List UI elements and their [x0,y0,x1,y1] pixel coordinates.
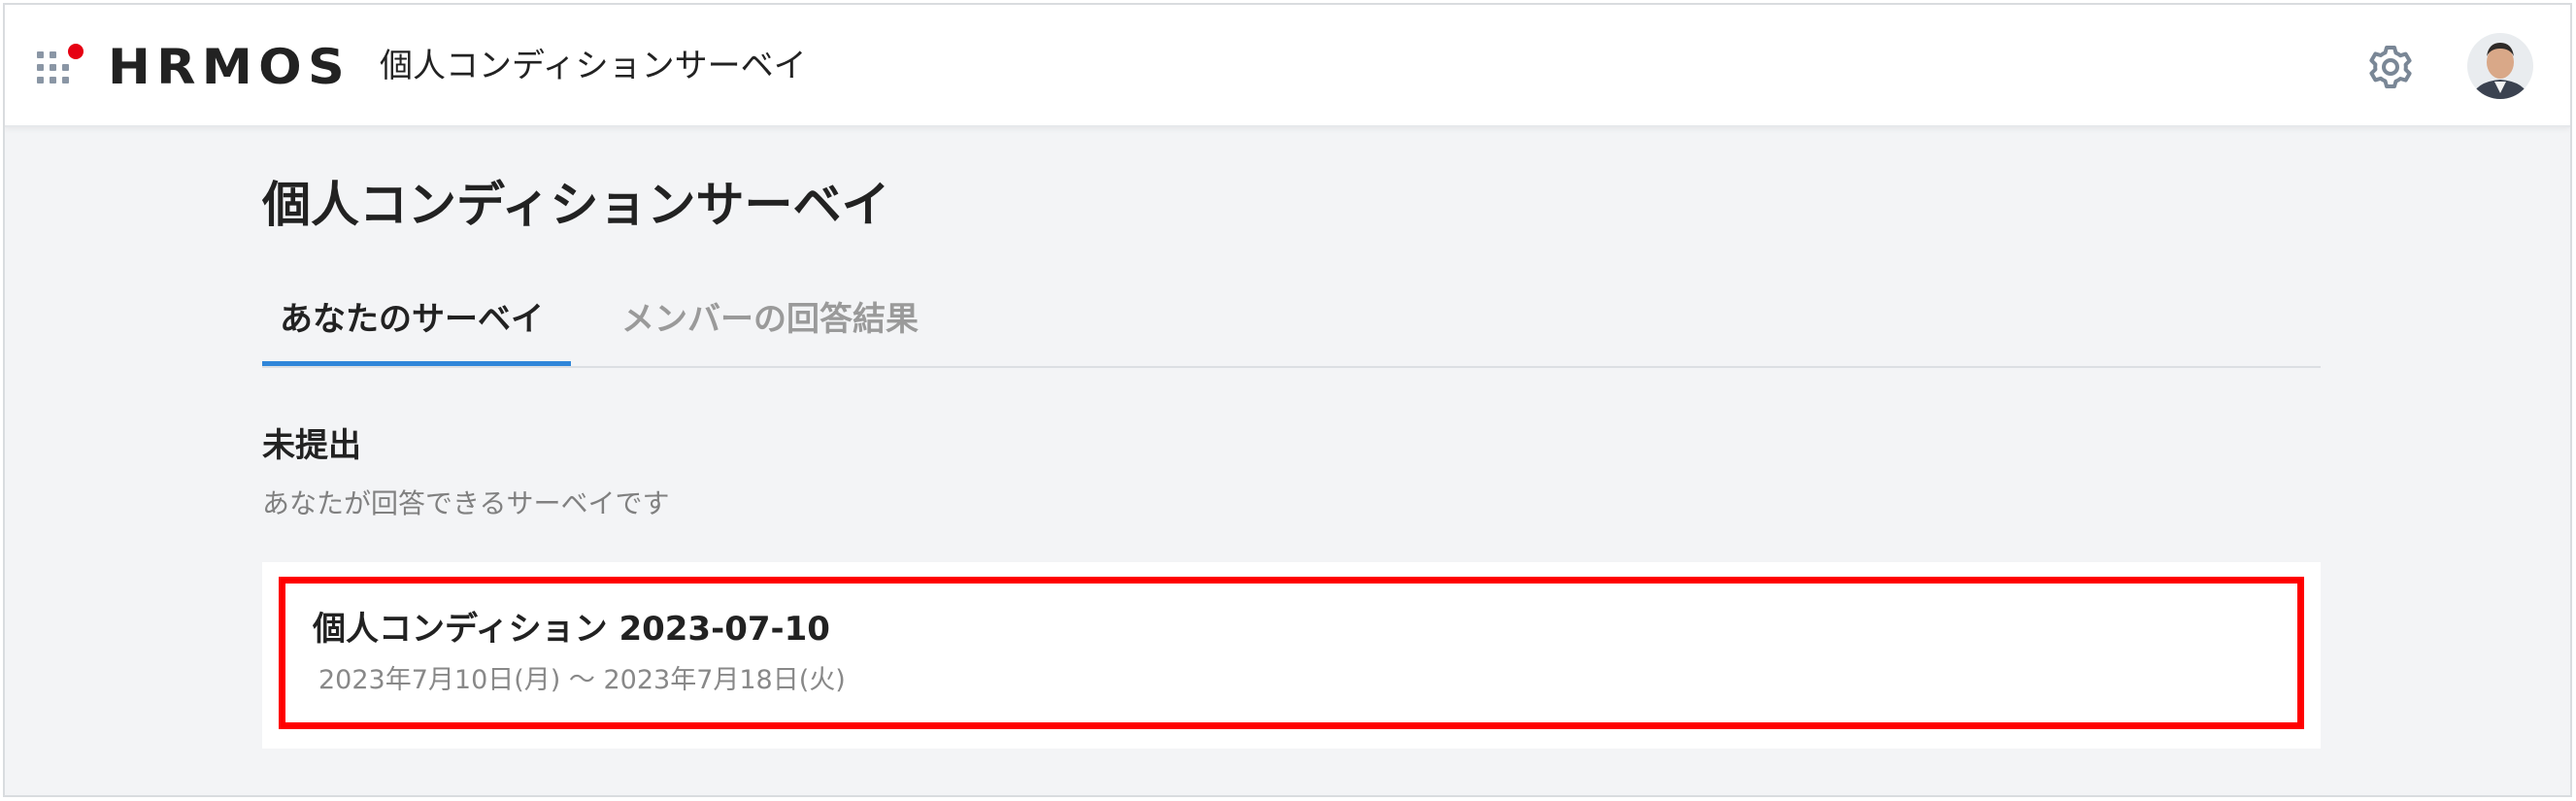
survey-name[interactable]: 個人コンディション 2023-07-10 [313,607,830,651]
tab-member-results[interactable]: メンバーの回答結果 [621,290,919,366]
highlight-box [279,577,2304,729]
app-window: HRMOS 個人コンディションサーベイ 個人コンディションサーベイ あなたのサー… [3,3,2572,797]
user-avatar[interactable] [2467,33,2533,99]
apps-grid-icon[interactable] [37,44,84,90]
tab-bar: あなたのサーベイ メンバーの回答結果 [262,290,2321,368]
section-description: あなたが回答できるサーベイです [262,487,670,519]
survey-card[interactable]: 個人コンディション 2023-07-10 2023年7月10日(月) 〜 202… [262,562,2321,749]
page-title: 個人コンディションサーベイ [262,177,890,233]
tab-your-surveys[interactable]: あなたのサーベイ [262,290,571,366]
logo-text: HRMOS [108,43,351,89]
top-header: HRMOS 個人コンディションサーベイ [5,5,2570,127]
app-title: 個人コンディションサーベイ [380,47,807,85]
hrmos-logo[interactable]: HRMOS [108,43,354,89]
gear-icon[interactable] [2367,44,2414,90]
survey-period: 2023年7月10日(月) 〜 2023年7月18日(火) [318,665,846,695]
section-title-unsubmitted: 未提出 [262,426,361,465]
